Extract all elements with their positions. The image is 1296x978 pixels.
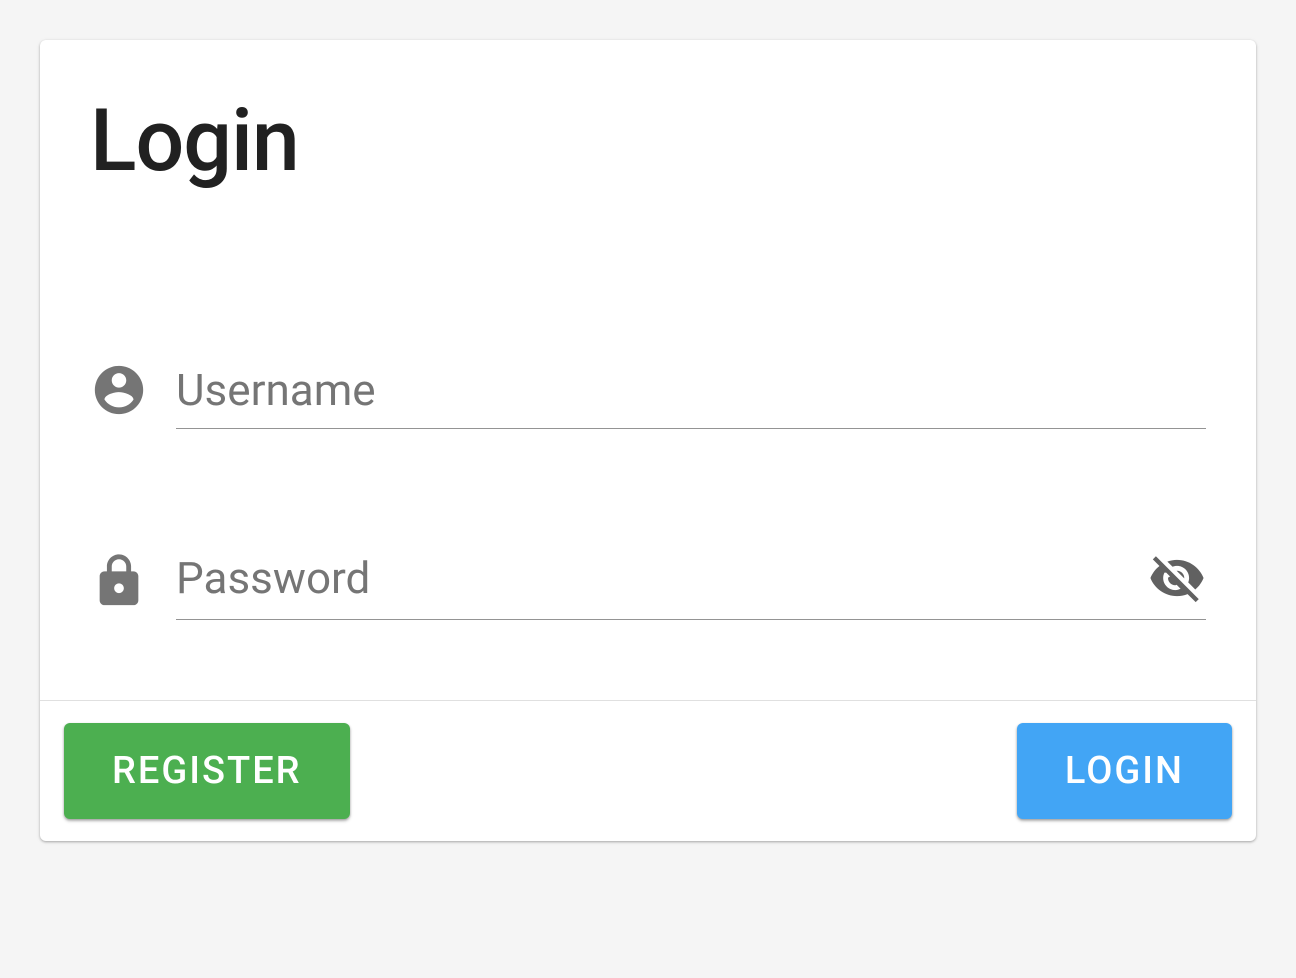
lock-icon — [90, 552, 148, 610]
password-input-wrap — [176, 549, 1206, 620]
login-button[interactable]: Login — [1017, 723, 1232, 819]
login-card: Login Register Login — [40, 40, 1256, 841]
username-input[interactable] — [176, 364, 1206, 416]
page-title: Login — [90, 90, 1206, 191]
visibility-off-icon[interactable] — [1148, 549, 1206, 607]
username-field-row — [90, 361, 1206, 429]
card-actions: Register Login — [40, 700, 1256, 841]
password-input[interactable] — [176, 552, 1148, 604]
card-body: Login — [40, 40, 1256, 700]
password-field-row — [90, 549, 1206, 620]
username-input-wrap — [176, 364, 1206, 429]
register-button[interactable]: Register — [64, 723, 350, 819]
account-circle-icon — [90, 361, 148, 419]
